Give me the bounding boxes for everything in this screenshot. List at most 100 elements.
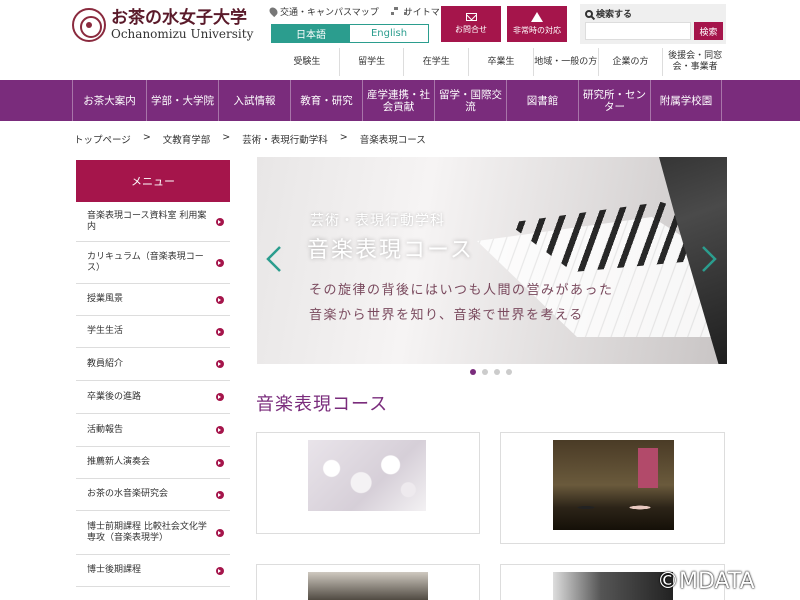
warning-icon bbox=[531, 12, 543, 22]
utility-links: 交通・キャンパスマップ サイトマップ bbox=[267, 5, 458, 18]
hero-slider: 芸術・表現行動学科 音楽表現コース その旋律の背後にはいつも人間の営みがあった … bbox=[257, 157, 727, 364]
slider-next-icon[interactable] bbox=[701, 245, 717, 273]
audience-prospective-students[interactable]: 受験生 bbox=[275, 48, 339, 76]
arrow-circle-icon bbox=[216, 426, 224, 434]
copyright-watermark: ©MDATA bbox=[657, 569, 755, 594]
nav-item-about[interactable]: お茶大案内 bbox=[72, 80, 146, 121]
slider-dot[interactable] bbox=[482, 369, 488, 375]
breadcrumb-current: 音楽表現コース bbox=[359, 135, 426, 146]
sidebar-item-label: 学生生活 bbox=[87, 326, 124, 336]
sitemap-icon bbox=[390, 7, 407, 16]
section-title: 音楽表現コース bbox=[256, 394, 389, 415]
sidebar-item-label: カリキュラム（音楽表現コース） bbox=[87, 251, 204, 273]
slider-dot[interactable] bbox=[494, 369, 500, 375]
sidebar-item[interactable]: 活動報告 bbox=[76, 414, 230, 447]
contact-button[interactable]: お問合せ bbox=[441, 6, 501, 42]
breadcrumb-faculty[interactable]: 文教育学部 bbox=[163, 132, 211, 146]
sidebar-heading: メニュー bbox=[76, 160, 230, 202]
sidebar-item-label: 博士前期課程 比較社会文化学専攻（音楽表現学） bbox=[87, 521, 207, 543]
arrow-circle-icon bbox=[216, 566, 224, 575]
sidebar-item[interactable]: 博士前期課程 比較社会文化学専攻（音楽表現学） bbox=[76, 511, 230, 555]
sidebar-item[interactable]: 博士後期課程 bbox=[76, 555, 230, 587]
slider-dot[interactable] bbox=[470, 369, 476, 375]
mail-icon bbox=[465, 13, 477, 21]
slider-dot[interactable] bbox=[506, 369, 512, 375]
map-pin-icon bbox=[267, 5, 280, 18]
search-input[interactable] bbox=[585, 22, 691, 40]
nav-item-faculties[interactable]: 学部・大学院 bbox=[146, 80, 218, 121]
lang-english-button[interactable]: English bbox=[350, 25, 428, 42]
nav-item-admissions[interactable]: 入試情報 bbox=[218, 80, 290, 121]
breadcrumb-department[interactable]: 芸術・表現行動学科 bbox=[242, 132, 328, 146]
sidebar-item-label: 音楽表現コース資料室 利用案内 bbox=[87, 210, 207, 232]
sidebar-menu: メニュー 音楽表現コース資料室 利用案内 カリキュラム（音楽表現コース） 授業風景学… bbox=[76, 160, 230, 587]
search-label: 検索する bbox=[585, 7, 632, 20]
hero-tagline-2: 音楽から世界を知り、音楽で世界を考える bbox=[309, 308, 584, 323]
sidebar-item[interactable]: 教員紹介 bbox=[76, 348, 230, 381]
sidebar-items: 音楽表現コース資料室 利用案内 カリキュラム（音楽表現コース） 授業風景学生生活教員… bbox=[76, 202, 230, 587]
logo-name-jp: お茶の水女子大学 bbox=[111, 8, 247, 28]
access-map-link[interactable]: 交通・キャンパスマップ bbox=[267, 5, 379, 18]
audience-supporters[interactable]: 後援会・同窓会・事業者 bbox=[662, 48, 727, 76]
hero-subtitle: 芸術・表現行動学科 bbox=[310, 213, 445, 229]
nav-item-affiliated-schools[interactable]: 附属学校園 bbox=[650, 80, 722, 121]
audience-community[interactable]: 地域・一般の方 bbox=[532, 48, 598, 76]
flowers-image bbox=[308, 440, 426, 511]
sidebar-item[interactable]: お茶の水音楽研究会 bbox=[76, 479, 230, 511]
nav-item-library[interactable]: 図書館 bbox=[506, 80, 578, 121]
site-header: お茶の水女子大学 Ochanomizu University 交通・キャンパスマ… bbox=[0, 0, 800, 80]
breadcrumb-separator: > bbox=[222, 132, 231, 143]
search-panel: 検索する 検索 bbox=[580, 4, 726, 44]
main-navigation: お茶大案内 学部・大学院 入試情報 教育・研究 産学連携・社会貢献 留学・国際交流 図書館研… bbox=[0, 80, 800, 121]
nav-item-industry-collaboration[interactable]: 産学連携・社会貢献 bbox=[362, 80, 434, 121]
content-card[interactable] bbox=[256, 432, 480, 534]
arrow-circle-icon bbox=[216, 258, 224, 267]
sidebar-item[interactable]: 卒業後の進路 bbox=[76, 381, 230, 414]
arrow-circle-icon bbox=[216, 295, 224, 304]
nav-item-institutes[interactable]: 研究所・センター bbox=[578, 80, 650, 121]
audience-companies[interactable]: 企業の方 bbox=[597, 48, 663, 76]
arrow-circle-icon bbox=[216, 217, 224, 226]
lang-japanese-button[interactable]: 日本語 bbox=[272, 25, 350, 42]
sidebar-item-label: お茶の水音楽研究会 bbox=[87, 489, 169, 499]
sidebar-item-label: 卒業後の進路 bbox=[87, 391, 142, 402]
content-card[interactable] bbox=[256, 564, 480, 600]
sidebar-item-label: 活動報告 bbox=[87, 424, 124, 435]
search-button[interactable]: 検索 bbox=[694, 22, 723, 40]
contact-label: お問合せ bbox=[455, 25, 487, 34]
sidebar-item[interactable]: 音楽表現コース資料室 利用案内 bbox=[76, 202, 230, 242]
dark-photo-image bbox=[553, 572, 673, 600]
arrow-circle-icon bbox=[216, 490, 224, 499]
piano-photo-image bbox=[308, 572, 428, 600]
sidebar-item-label: 教員紹介 bbox=[87, 358, 124, 369]
audience-alumni[interactable]: 卒業生 bbox=[468, 48, 533, 76]
breadcrumb: トップページ > 文教育学部 > 芸術・表現行動学科 > 音楽表現コース bbox=[74, 132, 426, 146]
sidebar-item-label: 博士後期課程 bbox=[87, 565, 142, 575]
sidebar-item[interactable]: 学生生活 bbox=[76, 316, 230, 348]
sidebar-item[interactable]: 推薦新人演奏会 bbox=[76, 447, 230, 479]
breadcrumb-separator: > bbox=[339, 132, 348, 143]
emergency-label: 非常時の対応 bbox=[513, 26, 561, 35]
sidebar-item[interactable]: 授業風景 bbox=[76, 284, 230, 316]
slider-prev-icon[interactable] bbox=[266, 245, 282, 273]
breadcrumb-separator: > bbox=[142, 132, 151, 143]
audience-current-students[interactable]: 在学生 bbox=[403, 48, 468, 76]
content-card[interactable] bbox=[500, 432, 725, 544]
arrow-circle-icon bbox=[216, 393, 224, 401]
search-icon bbox=[585, 9, 593, 18]
logo-name-en: Ochanomizu University bbox=[111, 27, 254, 41]
language-switcher: 日本語 English bbox=[271, 24, 429, 43]
nav-item-education-research[interactable]: 教育・研究 bbox=[290, 80, 362, 121]
arrow-circle-icon bbox=[216, 458, 224, 467]
university-logo[interactable]: お茶の水女子大学 Ochanomizu University bbox=[72, 8, 253, 42]
sidebar-item-label: 授業風景 bbox=[87, 294, 124, 304]
arrow-circle-icon bbox=[216, 528, 224, 537]
audience-international-students[interactable]: 留学生 bbox=[338, 48, 404, 76]
stage-performance-image bbox=[553, 440, 674, 530]
breadcrumb-top[interactable]: トップページ bbox=[74, 132, 131, 146]
emergency-button[interactable]: 非常時の対応 bbox=[507, 6, 567, 42]
nav-item-international[interactable]: 留学・国際交流 bbox=[434, 80, 506, 121]
sidebar-item[interactable]: カリキュラム（音楽表現コース） bbox=[76, 242, 230, 284]
slider-pagination bbox=[470, 369, 512, 375]
university-seal-icon bbox=[72, 8, 106, 42]
